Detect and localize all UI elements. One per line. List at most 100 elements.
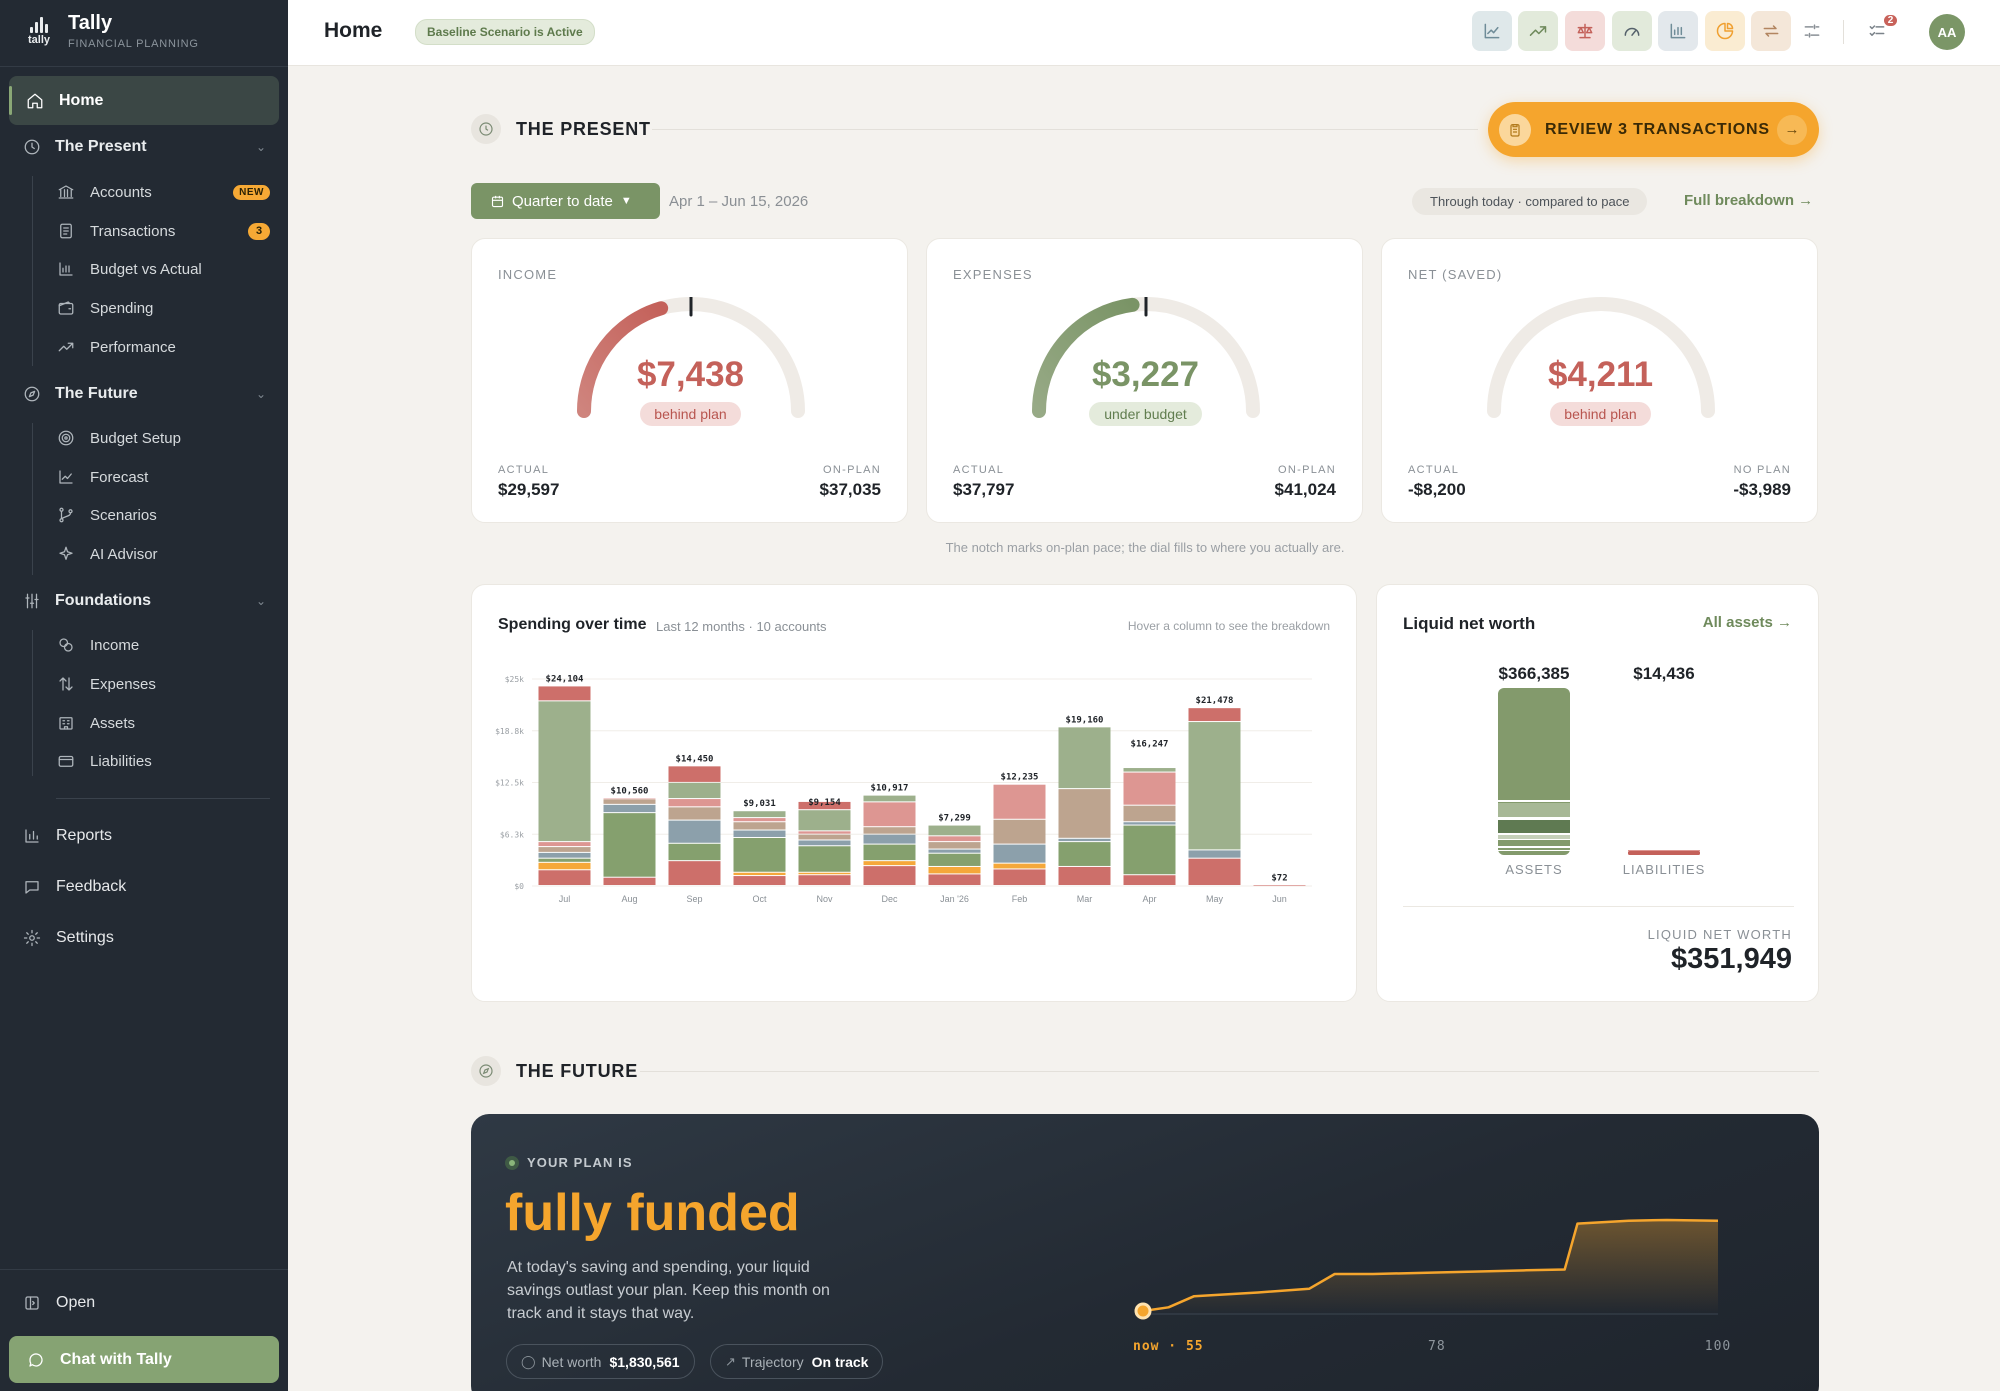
sidebar-item-home[interactable]: Home bbox=[9, 76, 279, 125]
sidebar-item-assets[interactable]: Assets bbox=[56, 708, 270, 738]
gauge-plan-value: $37,035 bbox=[819, 480, 881, 499]
tool-scale[interactable] bbox=[1565, 11, 1605, 51]
toolbar-separator bbox=[1843, 20, 1844, 44]
y-tick-label: $0 bbox=[514, 882, 524, 891]
plan-tag: YOUR PLAN IS bbox=[505, 1155, 633, 1170]
tool-trend[interactable] bbox=[1518, 11, 1558, 51]
full-breakdown-link[interactable]: Full breakdown → bbox=[1684, 192, 1813, 209]
panel-icon bbox=[22, 1293, 42, 1313]
tool-gauge[interactable] bbox=[1612, 11, 1652, 51]
bar-segment bbox=[993, 844, 1046, 863]
review-transactions-button[interactable]: REVIEW 3 TRANSACTIONS → bbox=[1488, 102, 1819, 157]
income-gauge-card[interactable]: INCOME $7,438 behind plan ACTUAL $29,597 … bbox=[471, 238, 908, 523]
future-section-header: THE FUTURE bbox=[471, 1056, 638, 1086]
bar-segment bbox=[993, 784, 1046, 819]
trajectory-chip[interactable]: ↗ Trajectory On track bbox=[710, 1344, 884, 1379]
net-worth-chip[interactable]: ◯ Net worth $1,830,561 bbox=[506, 1344, 695, 1379]
bar-segment bbox=[538, 862, 591, 870]
net-saved-gauge-card[interactable]: NET (SAVED) $4,211 behind plan ACTUAL -$8… bbox=[1381, 238, 1818, 523]
gauge-plan-value: -$3,989 bbox=[1733, 480, 1791, 499]
bar-chart-icon bbox=[56, 259, 76, 279]
sidebar-item-feedback[interactable]: Feedback bbox=[22, 877, 126, 897]
bar-segment bbox=[668, 820, 721, 843]
x-tick-label: Feb bbox=[1012, 894, 1028, 904]
sidebar-group-present[interactable]: The Present ⌄ bbox=[22, 137, 266, 157]
sidebar-item-accounts[interactable]: Accounts NEW bbox=[56, 177, 270, 207]
sidebar-item-settings[interactable]: Settings bbox=[22, 928, 114, 948]
gauge-actual-label: ACTUAL bbox=[498, 464, 550, 476]
date-range-dropdown[interactable]: Quarter to date ▼ bbox=[471, 183, 660, 219]
sidebar-item-ai-advisor[interactable]: AI Advisor bbox=[56, 539, 270, 569]
sidebar-item-transactions[interactable]: Transactions 3 bbox=[56, 216, 270, 246]
x-tick-label: Apr bbox=[1142, 894, 1156, 904]
liabilities-bar bbox=[1628, 851, 1700, 855]
sidebar-item-spending[interactable]: Spending bbox=[56, 293, 270, 323]
sidebar-item-budget-vs-actual[interactable]: Budget vs Actual bbox=[56, 254, 270, 284]
tool-settings-sliders[interactable] bbox=[1792, 11, 1832, 51]
avatar[interactable]: AA bbox=[1929, 14, 1965, 50]
tool-pie-chart[interactable] bbox=[1705, 11, 1745, 51]
sidebar-item-label: Scenarios bbox=[90, 506, 157, 524]
tool-bar-chart[interactable] bbox=[1658, 11, 1698, 51]
sidebar-item-expenses[interactable]: Expenses bbox=[56, 669, 270, 699]
bar-category-label: ASSETS bbox=[1505, 862, 1562, 877]
sidebar-item-label: Feedback bbox=[56, 878, 127, 895]
sidebar-item-label: Transactions bbox=[90, 222, 176, 240]
bar-segment bbox=[603, 813, 656, 877]
x-tick-label: May bbox=[1206, 894, 1224, 904]
chip-label: Net worth bbox=[541, 1353, 602, 1370]
sidebar-open-button[interactable]: Open bbox=[22, 1293, 95, 1313]
chat-with-tally-button[interactable]: Chat with Tally bbox=[9, 1336, 279, 1383]
target-icon bbox=[56, 428, 76, 448]
bar-segment bbox=[603, 799, 656, 804]
sidebar-group-future[interactable]: The Future ⌄ bbox=[22, 384, 266, 404]
sidebar-group-foundations[interactable]: Foundations ⌄ bbox=[22, 591, 266, 611]
bar-segment bbox=[993, 869, 1046, 885]
tree-line bbox=[32, 423, 33, 575]
sidebar-item-scenarios[interactable]: Scenarios bbox=[56, 500, 270, 530]
sidebar-item-performance[interactable]: Performance bbox=[56, 332, 270, 362]
spending-over-time-card: $0 $6.3k $12.5k $18.8k $25k $24,104 Jul $10,560… bbox=[471, 584, 1357, 1002]
review-label: REVIEW 3 TRANSACTIONS bbox=[1545, 120, 1770, 138]
bar-value-label: $14,436 bbox=[1633, 664, 1694, 683]
all-assets-link[interactable]: All assets → bbox=[1703, 614, 1792, 631]
sidebar-item-income[interactable]: Income bbox=[56, 630, 270, 660]
brand[interactable]: tally Tally FINANCIAL PLANNING bbox=[22, 12, 199, 50]
bar-segment bbox=[928, 842, 981, 849]
x-tick-label: Jul bbox=[559, 894, 571, 904]
sidebar-item-label: Home bbox=[59, 91, 104, 109]
gauge-plan-label: NO PLAN bbox=[1733, 464, 1791, 476]
gauge-label: EXPENSES bbox=[953, 267, 1033, 282]
spending-chart[interactable]: $0 $6.3k $12.5k $18.8k $25k $24,104 Jul $10,560… bbox=[472, 585, 1358, 1003]
tool-repeat[interactable] bbox=[1751, 11, 1791, 51]
bar-segment bbox=[733, 818, 786, 822]
scenario-badge[interactable]: Baseline Scenario is Active bbox=[415, 19, 595, 45]
message-icon bbox=[22, 877, 42, 897]
assets-bar-segment bbox=[1498, 803, 1570, 817]
sidebar-item-forecast[interactable]: Forecast bbox=[56, 462, 270, 492]
plan-status-card[interactable]: now · 55 78 100 YOUR PLAN IS fully funded … bbox=[471, 1114, 1819, 1391]
sidebar-item-reports[interactable]: Reports bbox=[22, 826, 112, 846]
now-axis-label: now · 55 bbox=[1133, 1339, 1204, 1354]
tree-line bbox=[32, 176, 33, 366]
x-tick-label: Jun bbox=[1272, 894, 1287, 904]
brand-name: Tally bbox=[68, 12, 113, 34]
liabilities-bar-edge bbox=[1628, 850, 1700, 851]
chevron-down-icon: ▼ bbox=[620, 195, 632, 207]
expenses-gauge-card[interactable]: EXPENSES $3,227 under budget ACTUAL $37,7… bbox=[926, 238, 1363, 523]
coins-icon bbox=[56, 635, 76, 655]
bar-segment bbox=[993, 819, 1046, 844]
status-dot-icon bbox=[505, 1155, 519, 1170]
receipt-icon bbox=[56, 221, 76, 241]
sidebar-item-liabilities[interactable]: Liabilities bbox=[56, 746, 270, 776]
sidebar-item-label: Liabilities bbox=[90, 752, 152, 770]
bar-segment bbox=[928, 849, 981, 853]
sidebar-item-budget-setup[interactable]: Budget Setup bbox=[56, 423, 270, 453]
sparkle-icon bbox=[56, 544, 76, 564]
tool-line-chart[interactable] bbox=[1472, 11, 1512, 51]
sidebar: tally Tally FINANCIAL PLANNING Home The … bbox=[0, 0, 288, 1391]
bar-segment bbox=[928, 874, 981, 885]
sidebar-item-label: Forecast bbox=[90, 468, 149, 486]
sidebar-divider bbox=[56, 798, 270, 799]
x-tick-label: Dec bbox=[881, 894, 898, 904]
